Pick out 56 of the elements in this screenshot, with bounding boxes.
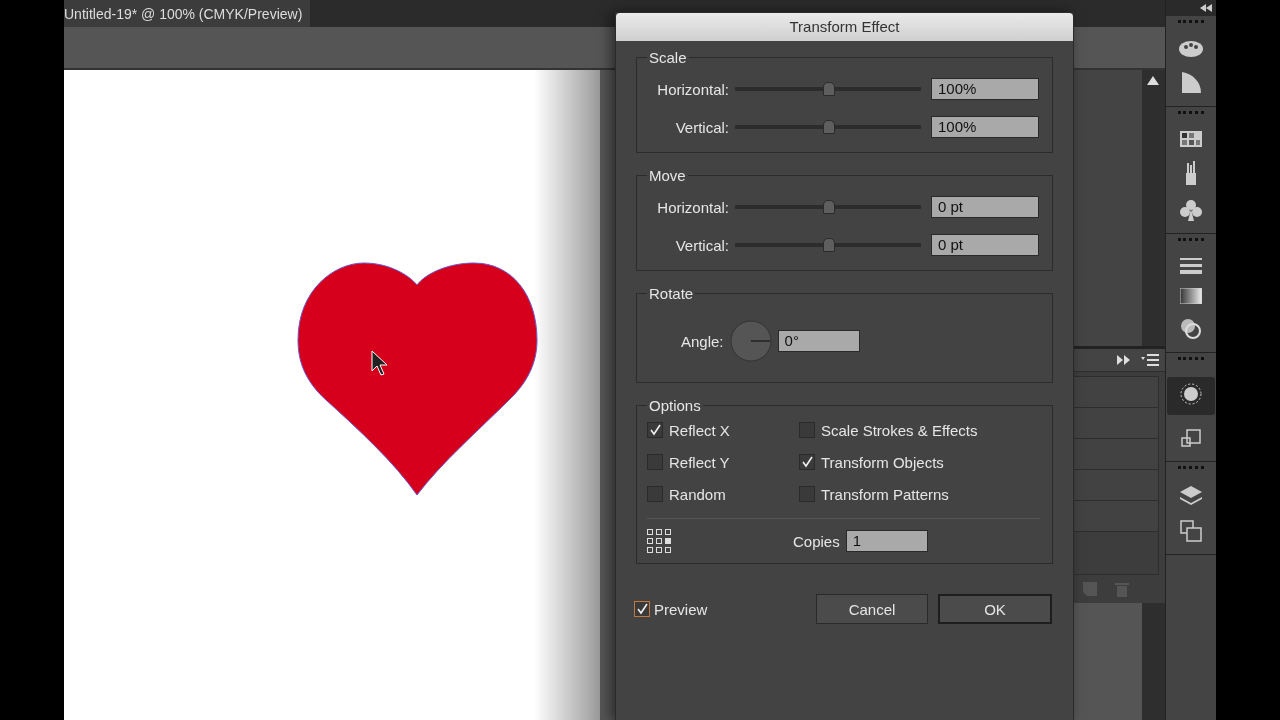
angle-field[interactable]: 0° xyxy=(777,330,860,352)
checkbox-label[interactable]: Scale Strokes & Effects xyxy=(821,421,978,439)
value-field[interactable]: 100% xyxy=(931,78,1039,100)
palette-icon[interactable] xyxy=(1179,40,1203,58)
gradient-icon[interactable] xyxy=(1180,288,1202,304)
copies-field[interactable]: 1 xyxy=(845,530,928,552)
field-label: Angle: xyxy=(681,332,724,350)
group-title: Rotate xyxy=(648,285,695,302)
slider-thumb[interactable] xyxy=(823,120,835,134)
field-label: Vertical: xyxy=(674,236,730,254)
cancel-button[interactable]: Cancel xyxy=(816,594,928,624)
checkbox[interactable] xyxy=(634,601,650,617)
swatches-icon[interactable] xyxy=(1180,131,1202,147)
checkbox-label[interactable]: Reflect X xyxy=(669,421,730,439)
stroke-icon[interactable] xyxy=(1180,258,1202,274)
reference-point-icon[interactable] xyxy=(647,529,671,553)
field-label: Vertical: xyxy=(674,118,730,136)
checkbox-label[interactable]: Transform Objects xyxy=(821,453,944,471)
layers-icon[interactable] xyxy=(1180,486,1202,506)
document-tab[interactable]: Untitled-19* @ 100% (CMYK/Preview) xyxy=(64,0,310,28)
slider-thumb[interactable] xyxy=(823,200,835,214)
expand-icon[interactable] xyxy=(1117,355,1131,365)
panel-menu-icon[interactable] xyxy=(1141,354,1159,366)
checkbox[interactable] xyxy=(647,486,663,502)
checkbox[interactable] xyxy=(799,454,815,470)
group-title: Options xyxy=(648,397,702,414)
value-field[interactable]: 100% xyxy=(931,116,1039,138)
checkbox[interactable] xyxy=(647,422,663,438)
checkbox[interactable] xyxy=(799,486,815,502)
dialog-title: Transform Effect xyxy=(616,13,1073,41)
checkbox[interactable] xyxy=(647,454,663,470)
checkbox-label[interactable]: Random xyxy=(669,485,726,503)
collapse-icon[interactable] xyxy=(1200,4,1212,12)
field-label: Copies xyxy=(793,532,840,550)
checkbox[interactable] xyxy=(799,422,815,438)
graphic-styles-icon[interactable] xyxy=(1181,429,1201,449)
ok-button[interactable]: OK xyxy=(938,594,1052,624)
group-title: Move xyxy=(648,167,687,184)
slider-thumb[interactable] xyxy=(823,238,835,252)
group-title: Scale xyxy=(648,49,688,66)
artboards-icon[interactable] xyxy=(1180,520,1202,542)
transparency-icon[interactable] xyxy=(1180,318,1202,340)
club-icon[interactable] xyxy=(1180,199,1202,221)
slider-thumb[interactable] xyxy=(823,82,835,96)
value-field[interactable]: 0 pt xyxy=(931,196,1039,218)
appearance-tab[interactable] xyxy=(1167,377,1215,415)
gradient-wedge-icon[interactable] xyxy=(1181,72,1201,94)
checkbox-label[interactable]: Preview xyxy=(654,600,708,618)
checkbox-label[interactable]: Transform Patterns xyxy=(821,485,949,503)
checkbox-label[interactable]: Reflect Y xyxy=(669,453,730,471)
field-label: Horizontal: xyxy=(656,80,730,98)
scroll-up-icon[interactable] xyxy=(1147,76,1159,85)
value-field[interactable]: 0 pt xyxy=(931,234,1039,256)
cursor-icon xyxy=(371,350,388,376)
appearance-icon xyxy=(1180,383,1202,405)
field-label: Horizontal: xyxy=(656,198,730,216)
